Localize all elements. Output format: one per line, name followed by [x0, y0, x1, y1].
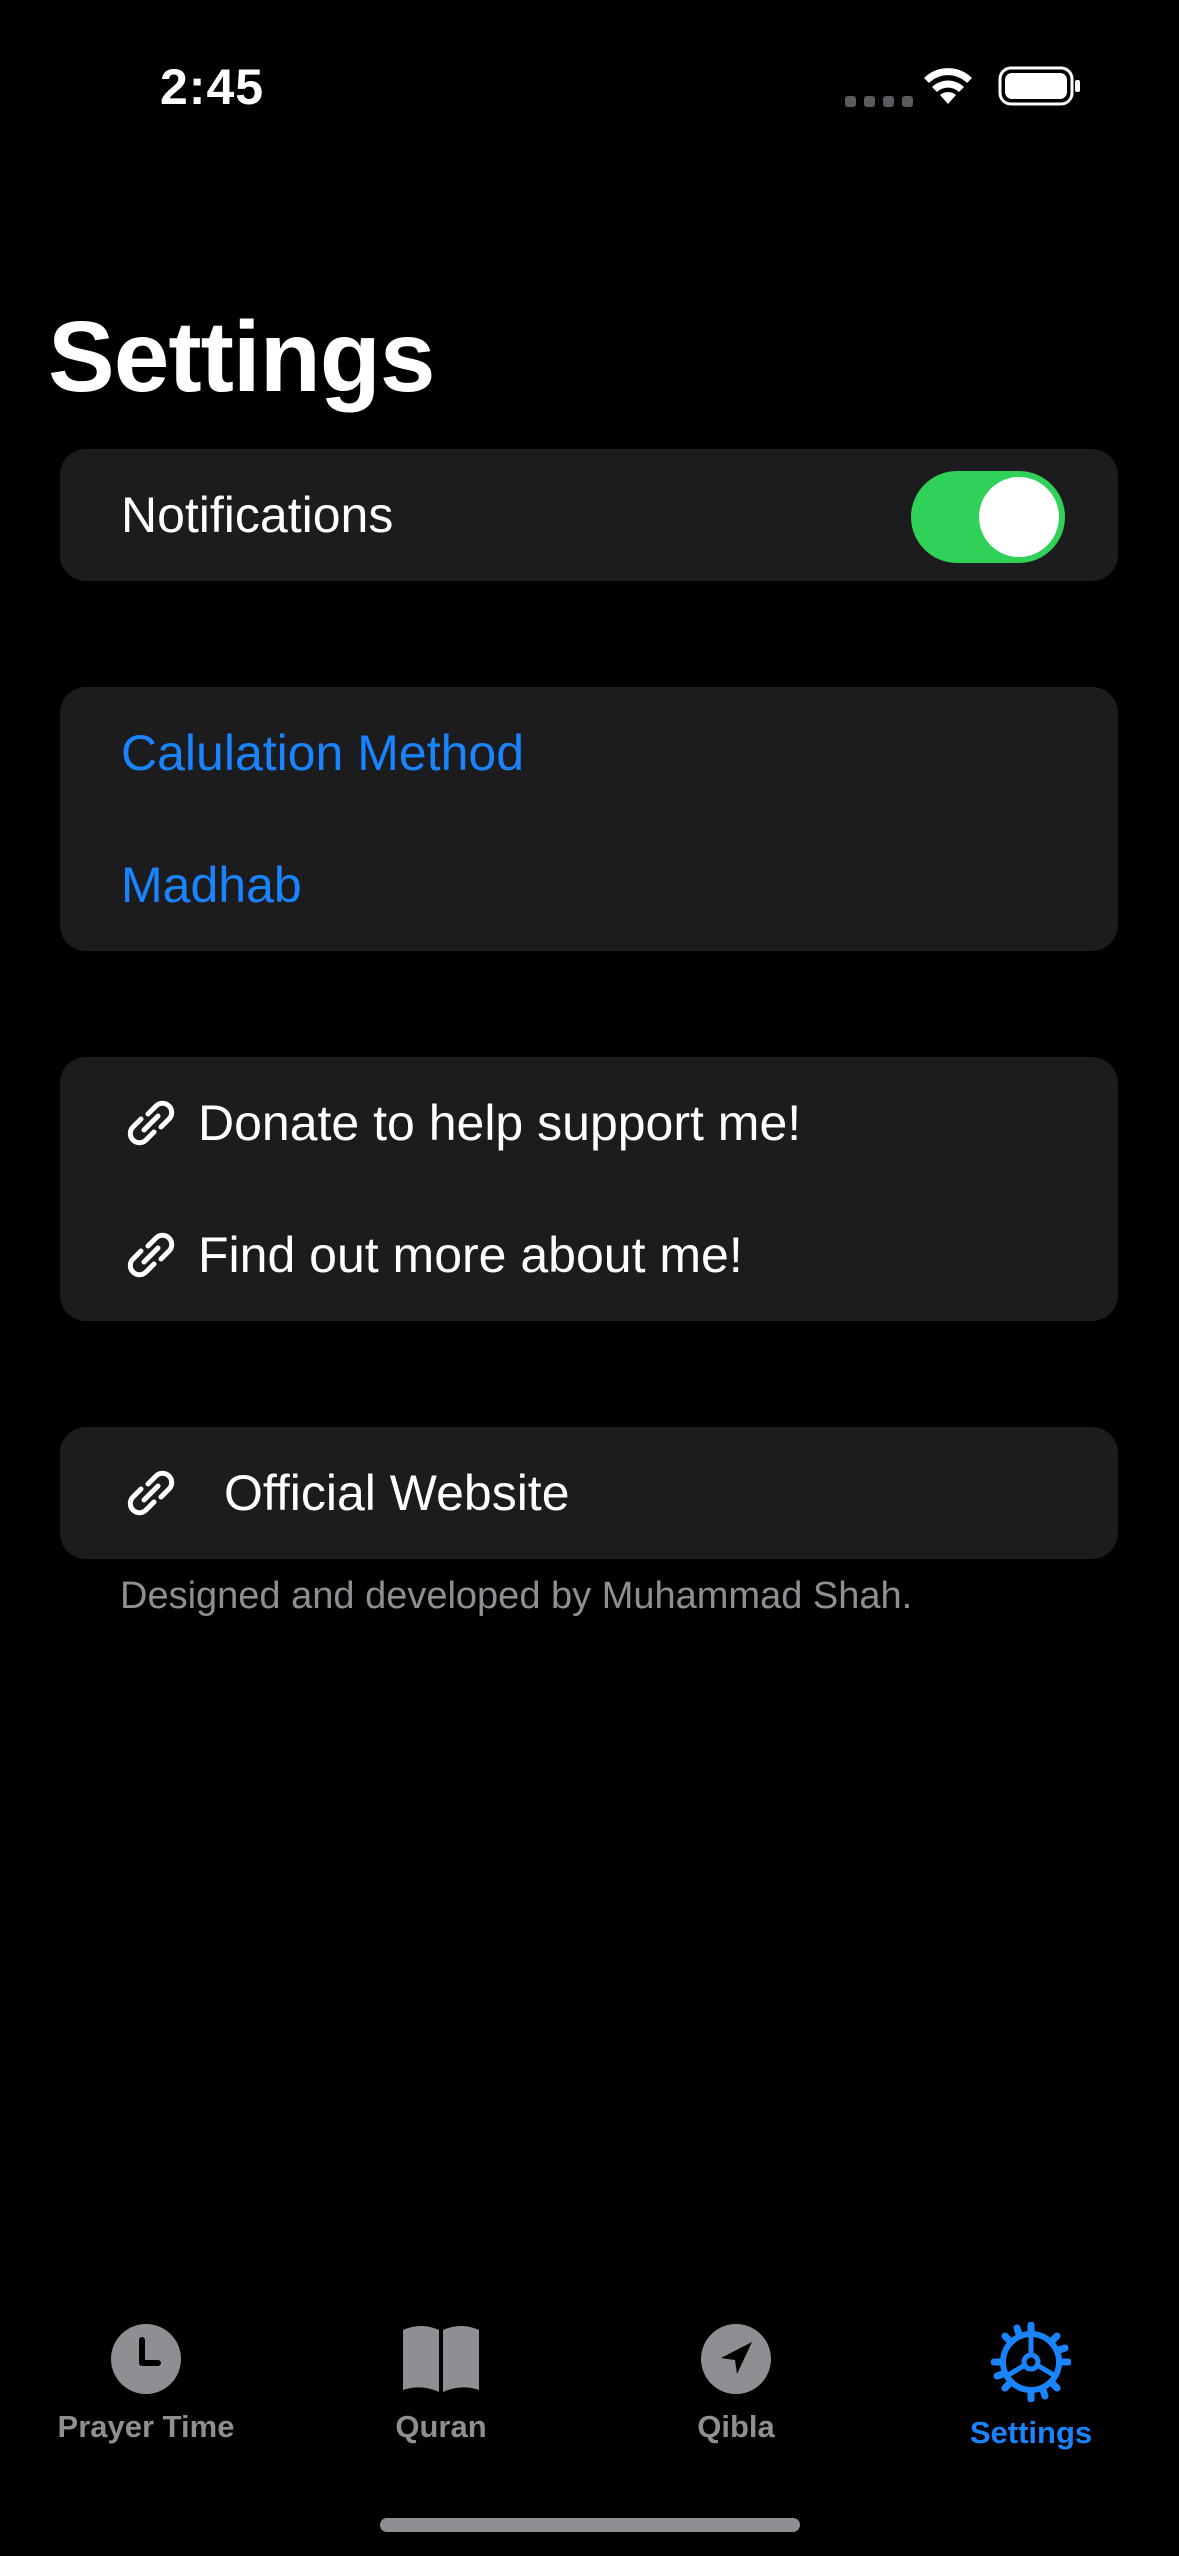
tab-label: Quran [395, 2409, 487, 2444]
donate-row[interactable]: Donate to help support me! [60, 1057, 1118, 1189]
tab-label: Prayer Time [57, 2409, 235, 2444]
tab-settings[interactable]: Settings [911, 2321, 1151, 2451]
tab-label: Settings [969, 2415, 1093, 2450]
madhab-link[interactable]: Madhab [121, 856, 302, 914]
tab-label: Qibla [697, 2409, 775, 2444]
gear-icon [990, 2321, 1072, 2403]
about-row[interactable]: Find out more about me! [60, 1189, 1118, 1321]
madhab-row[interactable]: Madhab [60, 819, 1118, 951]
status-time: 2:45 [160, 59, 265, 115]
battery-icon [998, 66, 1080, 106]
notifications-card: Notifications [60, 449, 1118, 581]
about-link[interactable]: Find out more about me! [198, 1226, 743, 1284]
footer-credit: Designed and developed by Muhammad Shah. [120, 1575, 913, 1617]
home-indicator[interactable] [380, 2518, 800, 2532]
official-website-link[interactable]: Official Website [224, 1464, 570, 1522]
link-icon [127, 1232, 175, 1278]
donate-link[interactable]: Donate to help support me! [198, 1094, 801, 1152]
book-icon [403, 2326, 479, 2392]
tab-prayer-time[interactable]: Prayer Time [26, 2322, 266, 2445]
cellular-signal-icon [845, 96, 913, 107]
calculation-method-link[interactable]: Calulation Method [121, 724, 524, 782]
calculation-method-row[interactable]: Calulation Method [60, 687, 1118, 819]
page-title: Settings [48, 301, 435, 413]
tab-quran[interactable]: Quran [321, 2322, 561, 2445]
support-links-card: Donate to help support me! Find out more… [60, 1057, 1118, 1321]
notifications-label: Notifications [121, 487, 394, 543]
preferences-card: Calulation Method Madhab [60, 687, 1118, 951]
website-card: Official Website [60, 1427, 1118, 1559]
website-row[interactable]: Official Website [60, 1427, 1118, 1559]
clock-icon [111, 2324, 181, 2394]
wifi-icon [924, 68, 972, 104]
tab-qibla[interactable]: Qibla [616, 2322, 856, 2445]
location-arrow-icon [701, 2324, 771, 2394]
toggle-knob [979, 477, 1059, 557]
status-bar: 2:45 [0, 0, 1179, 160]
notifications-toggle[interactable] [911, 471, 1065, 563]
link-icon [127, 1100, 175, 1146]
link-icon [127, 1470, 175, 1516]
